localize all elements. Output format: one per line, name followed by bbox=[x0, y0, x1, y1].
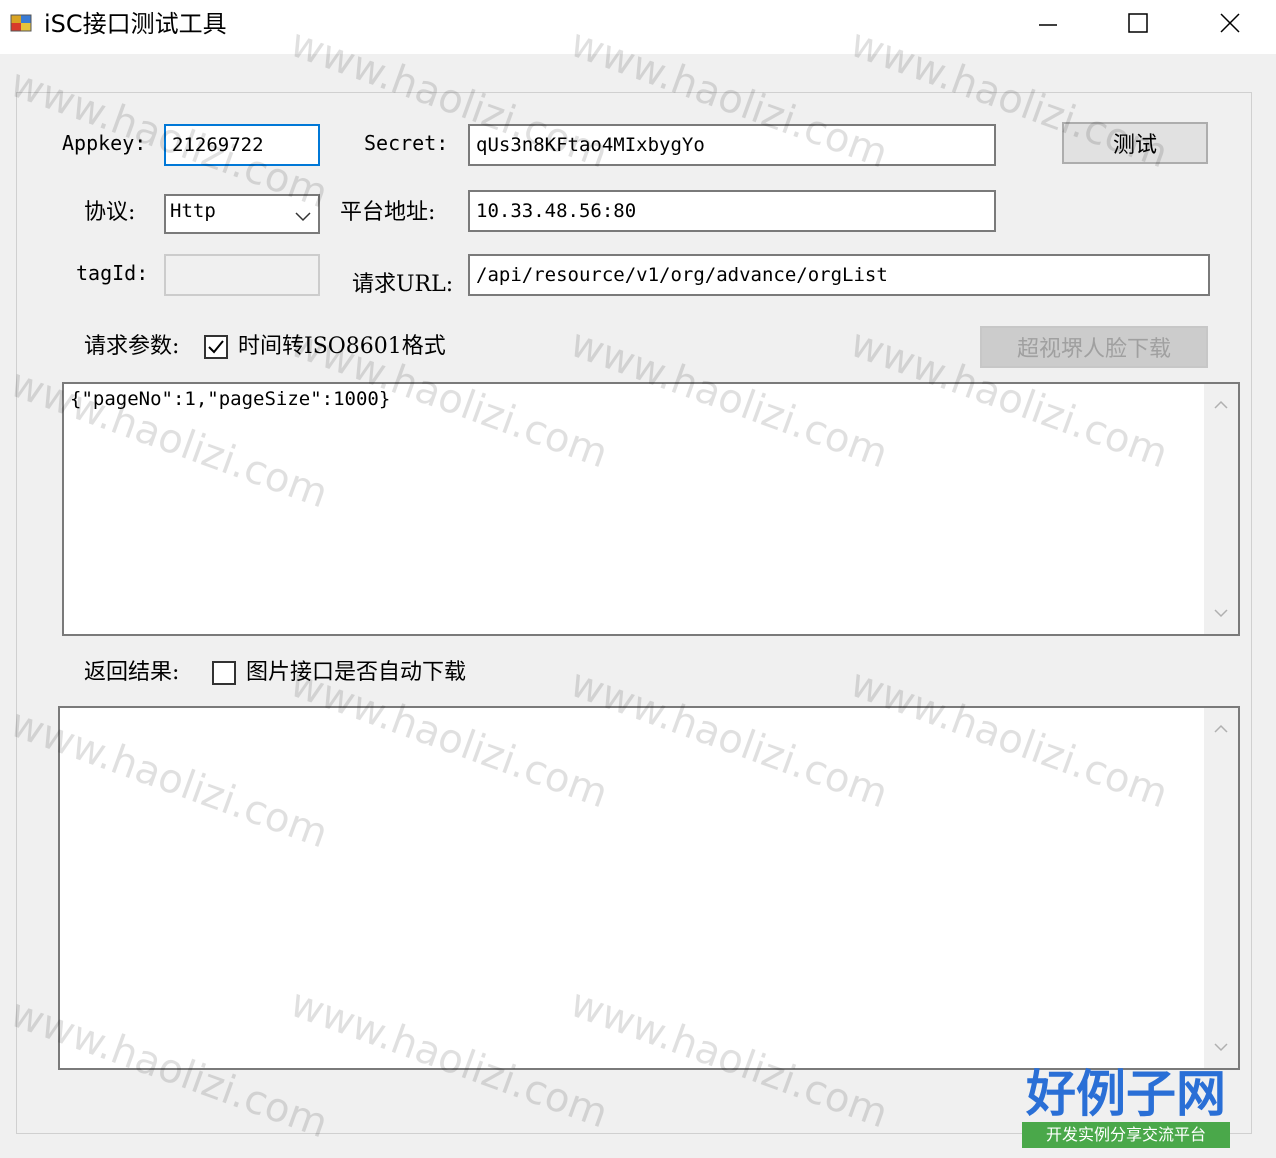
secret-input[interactable]: qUs3n8KFtao4MIxbygYo bbox=[468, 124, 996, 166]
title-bar: iSC接口测试工具 bbox=[0, 0, 1276, 54]
maximize-icon bbox=[1128, 13, 1148, 33]
iso-checkbox[interactable] bbox=[204, 335, 228, 359]
protocol-label: 协议: bbox=[84, 200, 136, 225]
protocol-value: Http bbox=[170, 200, 216, 222]
scroll-down-icon[interactable] bbox=[1204, 1032, 1238, 1062]
close-button[interactable] bbox=[1184, 0, 1276, 46]
tagid-input[interactable] bbox=[164, 254, 320, 296]
tagid-label: tagId: bbox=[76, 261, 149, 285]
minimize-button[interactable] bbox=[1002, 0, 1094, 46]
platform-label: 平台地址: bbox=[340, 200, 436, 225]
chevron-down-icon bbox=[294, 206, 312, 228]
params-textarea[interactable]: {"pageNo":1,"pageSize":1000} bbox=[62, 382, 1240, 636]
url-input[interactable]: /api/resource/v1/org/advance/orgList bbox=[468, 254, 1210, 296]
site-logo: 好例子网 开发实例分享交流平台 bbox=[1020, 1064, 1232, 1150]
params-scrollbar[interactable] bbox=[1204, 384, 1238, 634]
test-button[interactable]: 测试 bbox=[1062, 122, 1208, 164]
platform-input[interactable]: 10.33.48.56:80 bbox=[468, 190, 996, 232]
scroll-up-icon[interactable] bbox=[1204, 714, 1238, 744]
scroll-down-icon[interactable] bbox=[1204, 598, 1238, 628]
minimize-icon bbox=[1039, 24, 1057, 26]
params-label: 请求参数: bbox=[84, 334, 180, 359]
maximize-button[interactable] bbox=[1092, 0, 1184, 46]
auto-download-label[interactable]: 图片接口是否自动下载 bbox=[246, 658, 466, 688]
appkey-label: Appkey: bbox=[62, 131, 147, 155]
params-text: {"pageNo":1,"pageSize":1000} bbox=[70, 388, 391, 410]
logo-sub-text: 开发实例分享交流平台 bbox=[1022, 1122, 1230, 1148]
result-scrollbar[interactable] bbox=[1204, 708, 1238, 1068]
checkmark-icon bbox=[208, 340, 224, 354]
close-icon bbox=[1220, 13, 1240, 33]
app-icon bbox=[10, 12, 34, 36]
scroll-up-icon[interactable] bbox=[1204, 390, 1238, 420]
protocol-select[interactable]: Http bbox=[164, 194, 320, 234]
result-textarea[interactable] bbox=[58, 706, 1240, 1070]
face-download-button[interactable]: 超视堺人脸下载 bbox=[980, 326, 1208, 368]
window-title: iSC接口测试工具 bbox=[44, 10, 227, 38]
appkey-input[interactable]: 21269722 bbox=[164, 124, 320, 166]
iso-checkbox-label[interactable]: 时间转ISO8601格式 bbox=[238, 332, 446, 362]
auto-download-checkbox[interactable] bbox=[212, 661, 236, 685]
result-label: 返回结果: bbox=[84, 660, 180, 685]
secret-label: Secret: bbox=[364, 131, 449, 155]
logo-main-text: 好例子网 bbox=[1026, 1064, 1226, 1123]
url-label: 请求URL: bbox=[352, 272, 454, 297]
